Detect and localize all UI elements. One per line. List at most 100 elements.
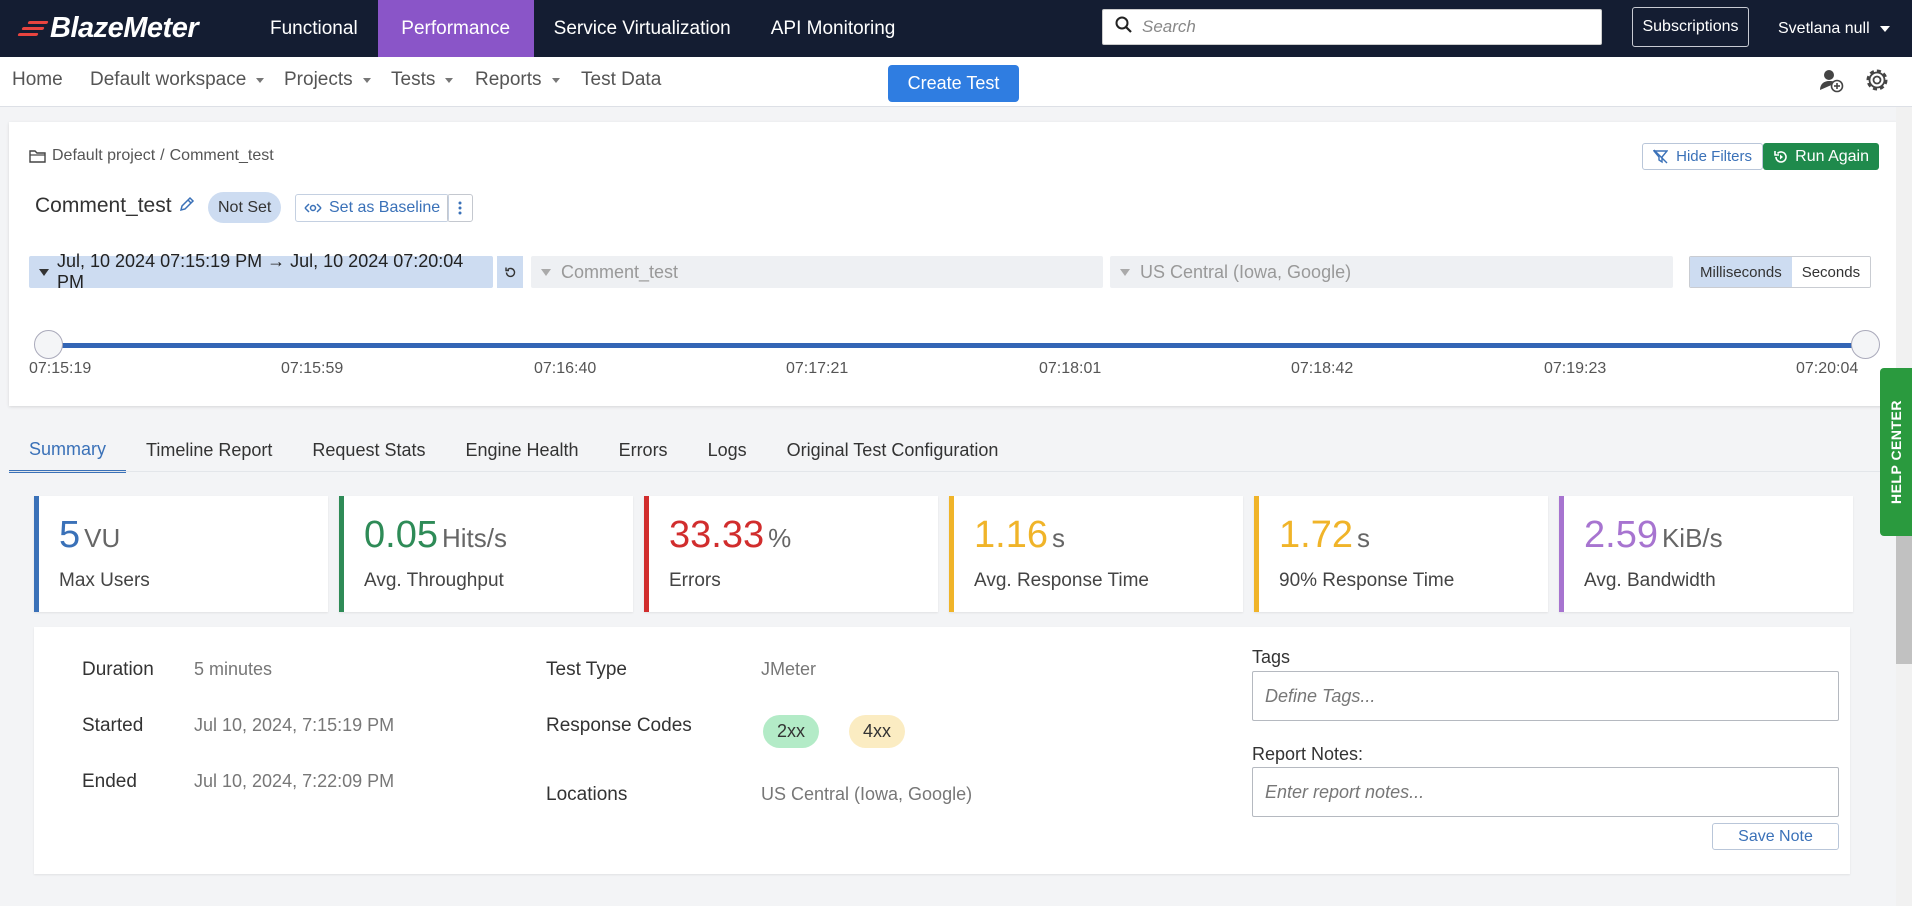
ended-label: Ended	[82, 771, 137, 792]
top-bar: BlazeMeter Functional Performance Servic…	[0, 0, 1912, 57]
create-test-button[interactable]: Create Test	[888, 65, 1019, 102]
metric-card-bandwidth: 2.59 KiB/s Avg. Bandwidth	[1559, 496, 1853, 612]
metric-label: Avg. Bandwidth	[1584, 570, 1716, 591]
tab-timeline-report[interactable]: Timeline Report	[126, 428, 292, 473]
test-type-label: Test Type	[546, 659, 627, 680]
metric-card-90-response-time: 1.72 s 90% Response Time	[1254, 496, 1548, 612]
report-notes-input[interactable]	[1265, 781, 1825, 803]
hide-filters-button[interactable]: Hide Filters	[1642, 143, 1763, 170]
baseline-icon	[304, 202, 322, 214]
run-again-button[interactable]: Run Again	[1763, 143, 1879, 170]
metric-unit: %	[768, 523, 792, 553]
location-filter-value: US Central (Iowa, Google)	[1140, 261, 1352, 282]
caret-down-icon	[1120, 268, 1130, 276]
reset-date-icon[interactable]	[497, 256, 523, 288]
add-user-icon[interactable]	[1816, 65, 1846, 95]
time-unit-toggle: Milliseconds Seconds	[1689, 256, 1872, 288]
metric-card-throughput: 0.05 Hits/s Avg. Throughput	[339, 496, 633, 612]
response-codes-label: Response Codes	[546, 715, 692, 736]
nav-projects[interactable]: Projects	[284, 69, 371, 91]
tags-input[interactable]	[1265, 685, 1825, 707]
metric-value: 1.16	[974, 514, 1048, 556]
timeline-tick: 07:18:42	[1291, 360, 1354, 377]
nav-service-virtualization[interactable]: Service Virtualization	[534, 0, 751, 57]
report-notes-label: Report Notes:	[1252, 744, 1364, 764]
report-header-card: Default project / Comment_test Hide Filt…	[9, 122, 1897, 406]
report-notes-field[interactable]	[1252, 767, 1839, 817]
chevron-down-icon	[256, 77, 265, 83]
nav-performance[interactable]: Performance	[377, 0, 534, 57]
tags-label: Tags	[1252, 647, 1291, 667]
search-box[interactable]	[1102, 9, 1602, 45]
tab-errors[interactable]: Errors	[599, 428, 688, 473]
product-nav: Functional Performance Service Virtualiz…	[250, 0, 915, 57]
tags-field[interactable]	[1252, 671, 1839, 721]
metric-card-max-users: 5 VU Max Users	[34, 496, 328, 612]
metric-label: 90% Response Time	[1279, 570, 1455, 591]
nav-functional[interactable]: Functional	[250, 0, 378, 57]
duration-label: Duration	[82, 659, 154, 680]
summary-details-panel: Duration 5 minutes Started Jul 10, 2024,…	[34, 627, 1850, 874]
test-type-value: JMeter	[761, 659, 817, 679]
user-name: Svetlana null	[1778, 19, 1870, 37]
logo-mark-icon	[17, 18, 49, 38]
nav-reports[interactable]: Reports	[475, 69, 560, 91]
timeline-tick: 07:15:59	[281, 360, 344, 377]
tab-request-stats[interactable]: Request Stats	[292, 428, 445, 473]
location-filter[interactable]: US Central (Iowa, Google)	[1110, 256, 1673, 288]
nav-test-data-label: Test Data	[581, 69, 662, 90]
ended-value: Jul 10, 2024, 7:22:09 PM	[194, 771, 395, 791]
pencil-icon[interactable]	[179, 196, 195, 217]
milliseconds-option[interactable]: Milliseconds	[1690, 257, 1792, 287]
metric-unit: Hits/s	[441, 523, 507, 553]
breadcrumb-test[interactable]: Comment_test	[170, 147, 274, 165]
nav-workspace[interactable]: Default workspace	[90, 69, 265, 91]
nav-home[interactable]: Home	[12, 69, 63, 91]
timeline-tick: 07:20:04	[1796, 360, 1859, 377]
nav-api-monitoring[interactable]: API Monitoring	[751, 0, 916, 57]
scenario-filter[interactable]: Comment_test	[531, 256, 1103, 288]
date-range-selector[interactable]: Jul, 10 2024 07:15:19 PM → Jul, 10 2024 …	[29, 251, 493, 292]
metric-value: 0.05	[364, 514, 438, 556]
metric-unit: s	[1356, 523, 1370, 553]
metric-value: 5	[59, 514, 81, 556]
nav-tests[interactable]: Tests	[391, 69, 454, 91]
scenario-filter-value: Comment_test	[561, 261, 679, 282]
metric-card-avg-response-time: 1.16 s Avg. Response Time	[949, 496, 1243, 612]
more-options-icon[interactable]	[447, 194, 473, 222]
tab-engine-health[interactable]: Engine Health	[445, 428, 598, 473]
nav-test-data[interactable]: Test Data	[581, 69, 661, 91]
metric-card-errors: 33.33% Errors	[644, 496, 938, 612]
nav-projects-label: Projects	[284, 69, 353, 90]
search-icon	[1115, 16, 1132, 38]
timeline-end-handle[interactable]	[1851, 330, 1880, 359]
tab-original-test-configuration[interactable]: Original Test Configuration	[767, 428, 1019, 473]
chevron-down-icon	[551, 77, 560, 83]
search-input[interactable]	[1142, 17, 1582, 37]
timeline-start-handle[interactable]	[34, 330, 63, 359]
chevron-down-icon	[1879, 25, 1890, 32]
tab-summary[interactable]: Summary	[9, 428, 127, 473]
started-value: Jul 10, 2024, 7:15:19 PM	[194, 715, 395, 735]
breadcrumb-project[interactable]: Default project	[52, 147, 155, 165]
timeline-slider-track[interactable]	[49, 343, 1864, 348]
help-center-label: HELP CENTER	[1888, 399, 1905, 505]
seconds-option[interactable]: Seconds	[1791, 257, 1871, 287]
user-menu[interactable]: Svetlana null	[1778, 0, 1890, 57]
logo-text: BlazeMeter	[50, 11, 199, 44]
save-note-button[interactable]: Save Note	[1712, 823, 1839, 850]
response-code-2xx: 2xx	[763, 715, 820, 748]
timeline-tick: 07:15:19	[29, 360, 92, 377]
set-baseline-label: Set as Baseline	[329, 199, 441, 216]
run-again-label: Run Again	[1795, 147, 1869, 165]
caret-down-icon	[39, 268, 49, 276]
help-center-tab[interactable]: HELP CENTER	[1880, 368, 1912, 536]
gear-icon[interactable]	[1862, 65, 1892, 95]
set-baseline-button[interactable]: Set as Baseline	[295, 194, 450, 222]
tab-logs[interactable]: Logs	[688, 428, 767, 473]
subscriptions-button[interactable]: Subscriptions	[1632, 7, 1749, 47]
blazemeter-logo[interactable]: BlazeMeter	[17, 10, 199, 46]
timeline-tick: 07:18:01	[1039, 360, 1102, 377]
scrollbar-thumb[interactable]	[1896, 536, 1912, 664]
locations-label: Locations	[546, 784, 628, 805]
